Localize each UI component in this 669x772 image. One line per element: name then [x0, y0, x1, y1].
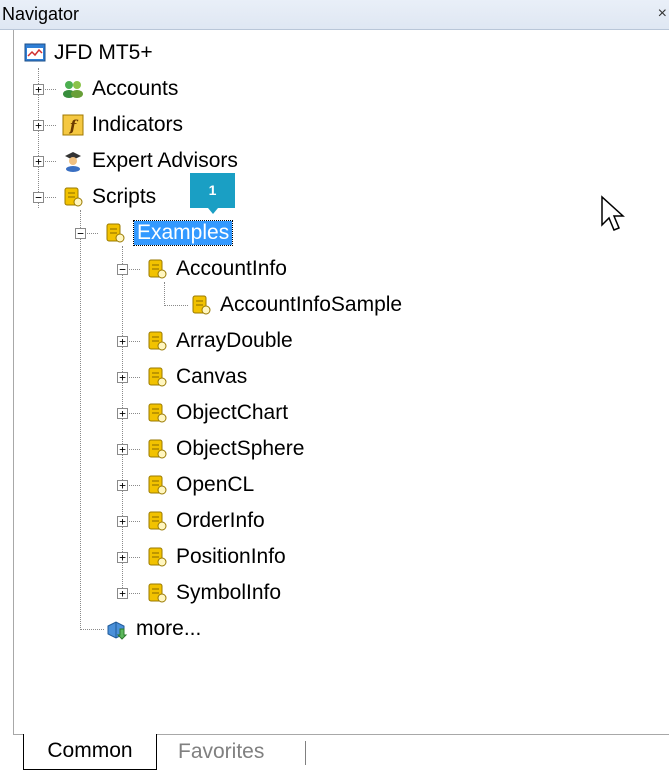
script-scroll-icon [192, 295, 211, 315]
navigator-titlebar[interactable]: Navigator × [0, 0, 669, 30]
expand-positioninfo-button[interactable]: + [117, 552, 128, 563]
tree-item-label: ObjectChart [176, 401, 289, 424]
tree-item-symbolinfo[interactable]: SymbolInfo [146, 578, 281, 608]
expand-arraydouble-button[interactable]: + [117, 336, 128, 347]
tree-item-examples[interactable]: Examples [104, 218, 234, 248]
indicator-f-icon: f [62, 114, 84, 136]
tree-item-label: Canvas [176, 365, 248, 388]
tree-item-more[interactable]: more... [106, 614, 201, 644]
tree-item-objectsphere[interactable]: ObjectSphere [146, 434, 304, 464]
expand-objectsphere-button[interactable]: + [117, 444, 128, 455]
expand-canvas-button[interactable]: + [117, 372, 128, 383]
tree-item-label: AccountInfo [176, 257, 287, 280]
tree-item-accountinfo[interactable]: AccountInfo [146, 254, 287, 284]
terminal-icon [24, 43, 46, 62]
expand-accounts-button[interactable]: + [33, 84, 44, 95]
tree-item-label: Indicators [92, 113, 184, 136]
tree-item-accounts[interactable]: Accounts [62, 74, 178, 104]
tree-item-expert-advisors[interactable]: Expert Advisors [62, 146, 238, 176]
navigator-tree: JFD MT5+ + Accounts + f Indicators + Exp… [14, 30, 669, 734]
script-scroll-icon [148, 511, 167, 531]
tree-root-label: JFD MT5+ [54, 41, 153, 64]
expand-opencl-button[interactable]: + [117, 480, 128, 491]
tree-item-label-selected: Examples [132, 220, 234, 246]
script-scroll-icon [64, 187, 83, 207]
window-title: Navigator [2, 4, 80, 24]
tree-root-node[interactable]: JFD MT5+ [24, 38, 153, 68]
collapse-examples-button[interactable]: − [75, 228, 86, 239]
script-scroll-icon [148, 403, 167, 423]
tree-item-positioninfo[interactable]: PositionInfo [146, 542, 286, 572]
tree-item-label: SymbolInfo [176, 581, 282, 604]
market-download-icon [107, 621, 128, 640]
mouse-cursor-icon [601, 195, 625, 231]
script-scroll-icon [148, 475, 167, 495]
tree-item-label: AccountInfoSample [220, 293, 403, 316]
navigator-tabbar: Common Favorites [13, 734, 669, 772]
tab-divider [305, 741, 306, 765]
tree-item-label: Scripts [92, 185, 157, 208]
script-scroll-icon [106, 223, 125, 243]
tree-connector [80, 210, 81, 630]
tree-item-indicators[interactable]: f Indicators [62, 110, 183, 140]
tree-item-orderinfo[interactable]: OrderInfo [146, 506, 265, 536]
script-scroll-icon [148, 583, 167, 603]
script-scroll-icon [148, 331, 167, 351]
tree-item-scripts[interactable]: Scripts [62, 182, 156, 212]
tree-item-objectchart[interactable]: ObjectChart [146, 398, 288, 428]
tree-item-label: ObjectSphere [176, 437, 305, 460]
collapse-scripts-button[interactable]: − [33, 192, 44, 203]
tree-item-arraydouble[interactable]: ArrayDouble [146, 326, 293, 356]
tree-item-label: OpenCL [176, 473, 255, 496]
tree-item-label: ArrayDouble [176, 329, 293, 352]
tree-connector [80, 629, 104, 630]
tab-common[interactable]: Common [23, 734, 157, 770]
tree-item-canvas[interactable]: Canvas [146, 362, 247, 392]
script-scroll-icon [148, 439, 167, 459]
expert-advisor-icon [65, 152, 81, 172]
script-scroll-icon [148, 547, 167, 567]
expand-symbolinfo-button[interactable]: + [117, 588, 128, 599]
tree-item-opencl[interactable]: OpenCL [146, 470, 254, 500]
tree-item-label: OrderInfo [176, 509, 265, 532]
collapse-accountinfo-button[interactable]: − [117, 264, 128, 275]
expand-objectchart-button[interactable]: + [117, 408, 128, 419]
tree-connector [164, 305, 188, 306]
tree-item-label: Accounts [92, 77, 179, 100]
tab-favorites[interactable]: Favorites [178, 735, 264, 771]
step-badge: 1 [190, 173, 235, 214]
accounts-icon [63, 81, 83, 98]
tree-connector [164, 282, 165, 306]
tree-item-accountinfosample[interactable]: AccountInfoSample [190, 290, 402, 320]
script-scroll-icon [148, 367, 167, 387]
close-icon[interactable]: × [658, 5, 667, 23]
expand-orderinfo-button[interactable]: + [117, 516, 128, 527]
tree-item-label: more... [136, 617, 202, 640]
tree-connector [122, 246, 123, 594]
expand-indicators-button[interactable]: + [33, 120, 44, 131]
expand-expert-advisors-button[interactable]: + [33, 156, 44, 167]
tree-item-label: PositionInfo [176, 545, 286, 568]
tree-item-label: Expert Advisors [92, 149, 238, 172]
navigator-window: Navigator × JFD MT5+ + Accounts + f Indi… [0, 0, 669, 772]
navigator-panel: JFD MT5+ + Accounts + f Indicators + Exp… [13, 30, 669, 734]
script-scroll-icon [148, 259, 167, 279]
